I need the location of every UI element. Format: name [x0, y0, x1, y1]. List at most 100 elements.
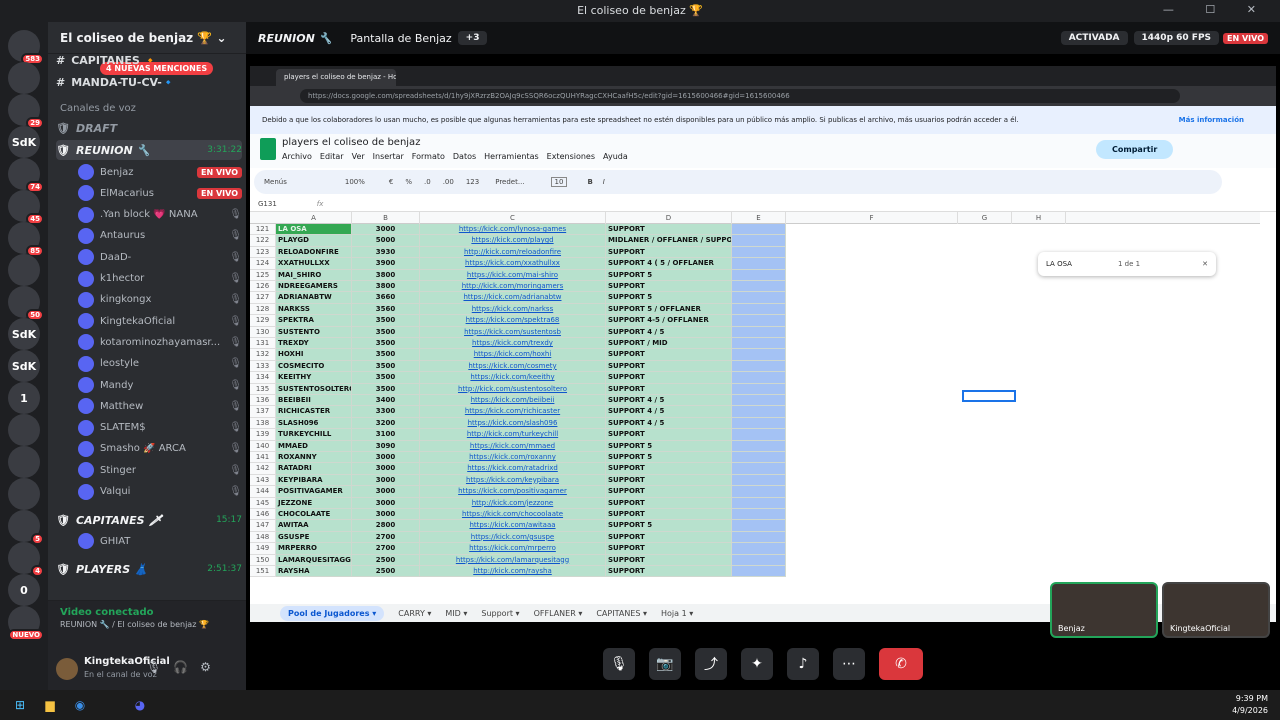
sheet-tab[interactable]: Pool de Jugadores ▾	[280, 605, 385, 621]
quality-pill[interactable]: 1440p 60 FPS	[1133, 31, 1220, 45]
cell[interactable]: 127	[250, 292, 276, 304]
cell[interactable]: SUPPORT	[606, 429, 732, 441]
table-row[interactable]: 132 HOXHI 3500 https://kick.com/hoxhi SUPPOR…	[250, 349, 1260, 361]
server-icon[interactable]: 1	[8, 382, 40, 414]
cell[interactable]: SUPPORT	[606, 224, 732, 236]
cell[interactable]: https://kick.com/hoxhi	[420, 349, 606, 361]
table-row[interactable]: 136 BEEIBEII 3400 https://kick.com/beiibeii…	[250, 395, 1260, 407]
cell[interactable]: SPEKTRA	[276, 315, 352, 327]
zoom-select[interactable]: 100%	[345, 178, 365, 186]
cell[interactable]: 121	[250, 224, 276, 236]
camera-icon[interactable]: 📷	[649, 648, 681, 680]
voice-member[interactable]: SLATEM$ 🎙	[56, 418, 242, 438]
cell[interactable]: https://kick.com/cosmety	[420, 360, 606, 373]
cell[interactable]: SUPPORT	[606, 497, 732, 509]
cell[interactable]: SUPPORT	[606, 509, 732, 521]
table-row[interactable]: 121 LA OSA 3000 https://kick.com/lynosa-gam…	[250, 224, 1260, 236]
table-row[interactable]: 142 RATADRI 3000 https://kick.com/ratadrixd…	[250, 463, 1260, 475]
table-row[interactable]: 139 TURKEYCHILL 3100 http://kick.com/turkey…	[250, 429, 1260, 441]
cell[interactable]	[732, 531, 786, 544]
table-row[interactable]: 127 ADRIANABTW 3660 https://kick.com/adrian…	[250, 292, 1260, 304]
cell[interactable]	[732, 566, 786, 578]
member-ghiat[interactable]: GHIAT	[56, 531, 242, 551]
cell[interactable]: 139	[250, 429, 276, 441]
voice-category[interactable]: Canales de voz	[56, 98, 242, 118]
viewers-count[interactable]: +3	[457, 31, 488, 45]
cell[interactable]: RATADRI	[276, 463, 352, 475]
disconnect-icon[interactable]: ✆	[879, 648, 923, 680]
table-row[interactable]: 141 ROXANNY 3000 https://kick.com/roxanny SU…	[250, 452, 1260, 464]
thumb-kingteka[interactable]: KingtekaOficial	[1162, 582, 1270, 638]
cell[interactable]: https://kick.com/lynosa-games	[420, 224, 606, 236]
cell[interactable]: SUPPORT 5	[606, 269, 732, 281]
cell[interactable]: BEEIBEII	[276, 395, 352, 407]
cell[interactable]: MIDLANER / OFFLANER / SUPPORT	[606, 235, 732, 247]
cell[interactable]: 2500	[352, 566, 420, 578]
cell[interactable]: 3500	[352, 383, 420, 395]
cell[interactable]: 3000	[352, 452, 420, 464]
cell[interactable]: https://kick.com/mrperro	[420, 543, 606, 555]
doc-title[interactable]: players el coliseo de benjaz	[282, 137, 420, 148]
cell[interactable]: https://kick.com/mmaed	[420, 440, 606, 452]
sheet-tab[interactable]: Hoja 1 ▾	[661, 609, 693, 618]
cell[interactable]: 148	[250, 531, 276, 544]
italic-button[interactable]: I	[603, 178, 605, 186]
edge-icon[interactable]: ◉	[70, 695, 90, 715]
channel-capitanes-text[interactable]: # CAPITANES 🔸	[56, 50, 242, 70]
column-header[interactable]: F	[786, 212, 958, 224]
cell[interactable]	[732, 463, 786, 475]
server-icon[interactable]: SdK	[8, 350, 40, 382]
cell[interactable]	[732, 338, 786, 350]
find-input[interactable]: LA OSA	[1046, 260, 1072, 268]
channel-players[interactable]: 🛡 PLAYERS 👗 2:51:37	[56, 559, 242, 579]
cell[interactable]: 134	[250, 372, 276, 384]
cell[interactable]: AWITAA	[276, 520, 352, 532]
server-icon[interactable]	[8, 446, 40, 478]
cell[interactable]: SUPPORT 4 / 5	[606, 417, 732, 430]
cell[interactable]: 151	[250, 566, 276, 578]
server-icon[interactable]	[8, 414, 40, 446]
user-avatar[interactable]	[56, 658, 78, 680]
server-icon[interactable]: SdK	[8, 318, 40, 350]
font-select[interactable]: Predet...	[495, 178, 524, 186]
voice-member[interactable]: KingtekaOficial 🎙	[56, 311, 242, 331]
cell[interactable]: SUPPORT 5	[606, 440, 732, 452]
cell[interactable]	[732, 509, 786, 521]
sheets-icon[interactable]	[260, 138, 276, 160]
cell[interactable]: 3100	[352, 429, 420, 441]
soundboard-icon[interactable]: ♪	[787, 648, 819, 680]
cell[interactable]: 2800	[352, 520, 420, 532]
cell[interactable]: KEEITHY	[276, 372, 352, 384]
cell[interactable]: HOXHI	[276, 349, 352, 361]
cell[interactable]: https://kick.com/keeithy	[420, 372, 606, 384]
cell[interactable]: https://kick.com/lamarquesitagg	[420, 554, 606, 566]
table-row[interactable]: 140 MMAED 3090 https://kick.com/mmaed SUPPOR…	[250, 440, 1260, 452]
cell[interactable]: TREXDY	[276, 338, 352, 350]
cell[interactable]: SUPPORT	[606, 554, 732, 566]
cell[interactable]: 2700	[352, 543, 420, 555]
column-header[interactable]: D	[606, 212, 732, 224]
server-icon[interactable]: 50	[8, 286, 44, 321]
table-row[interactable]: 146 CHOCOLAATE 3000 https://kick.com/chocoo…	[250, 509, 1260, 521]
cell[interactable]: RICHICASTER	[276, 406, 352, 418]
cell[interactable]: 131	[250, 338, 276, 350]
cell[interactable]: 3500	[352, 349, 420, 361]
cell[interactable]	[732, 372, 786, 384]
server-icon[interactable]: 4	[8, 542, 44, 577]
cell[interactable]: https://kick.com/playgd	[420, 235, 606, 247]
table-row[interactable]: 151 RAYSHA 2500 http://kick.com/raysha SUPPO…	[250, 566, 1260, 578]
column-header[interactable]: A	[276, 212, 352, 224]
cell[interactable]: 3800	[352, 281, 420, 293]
cell[interactable]: RAYSHA	[276, 566, 352, 578]
cell[interactable]	[732, 383, 786, 395]
table-row[interactable]: 149 MRPERRO 2700 https://kick.com/mrperro SU…	[250, 543, 1260, 555]
cell[interactable]: 130	[250, 326, 276, 338]
cell[interactable]: 144	[250, 486, 276, 498]
font-size-input[interactable]: 10	[550, 177, 568, 187]
cell[interactable]: 150	[250, 554, 276, 566]
voice-member[interactable]: kingkongx 🎙	[56, 290, 242, 310]
cell[interactable]	[732, 281, 786, 293]
cell[interactable]: http://kick.com/moringamers	[420, 281, 606, 293]
menu-item[interactable]: Insertar	[373, 152, 404, 161]
screen-share-icon[interactable]: ⤴	[695, 648, 727, 680]
